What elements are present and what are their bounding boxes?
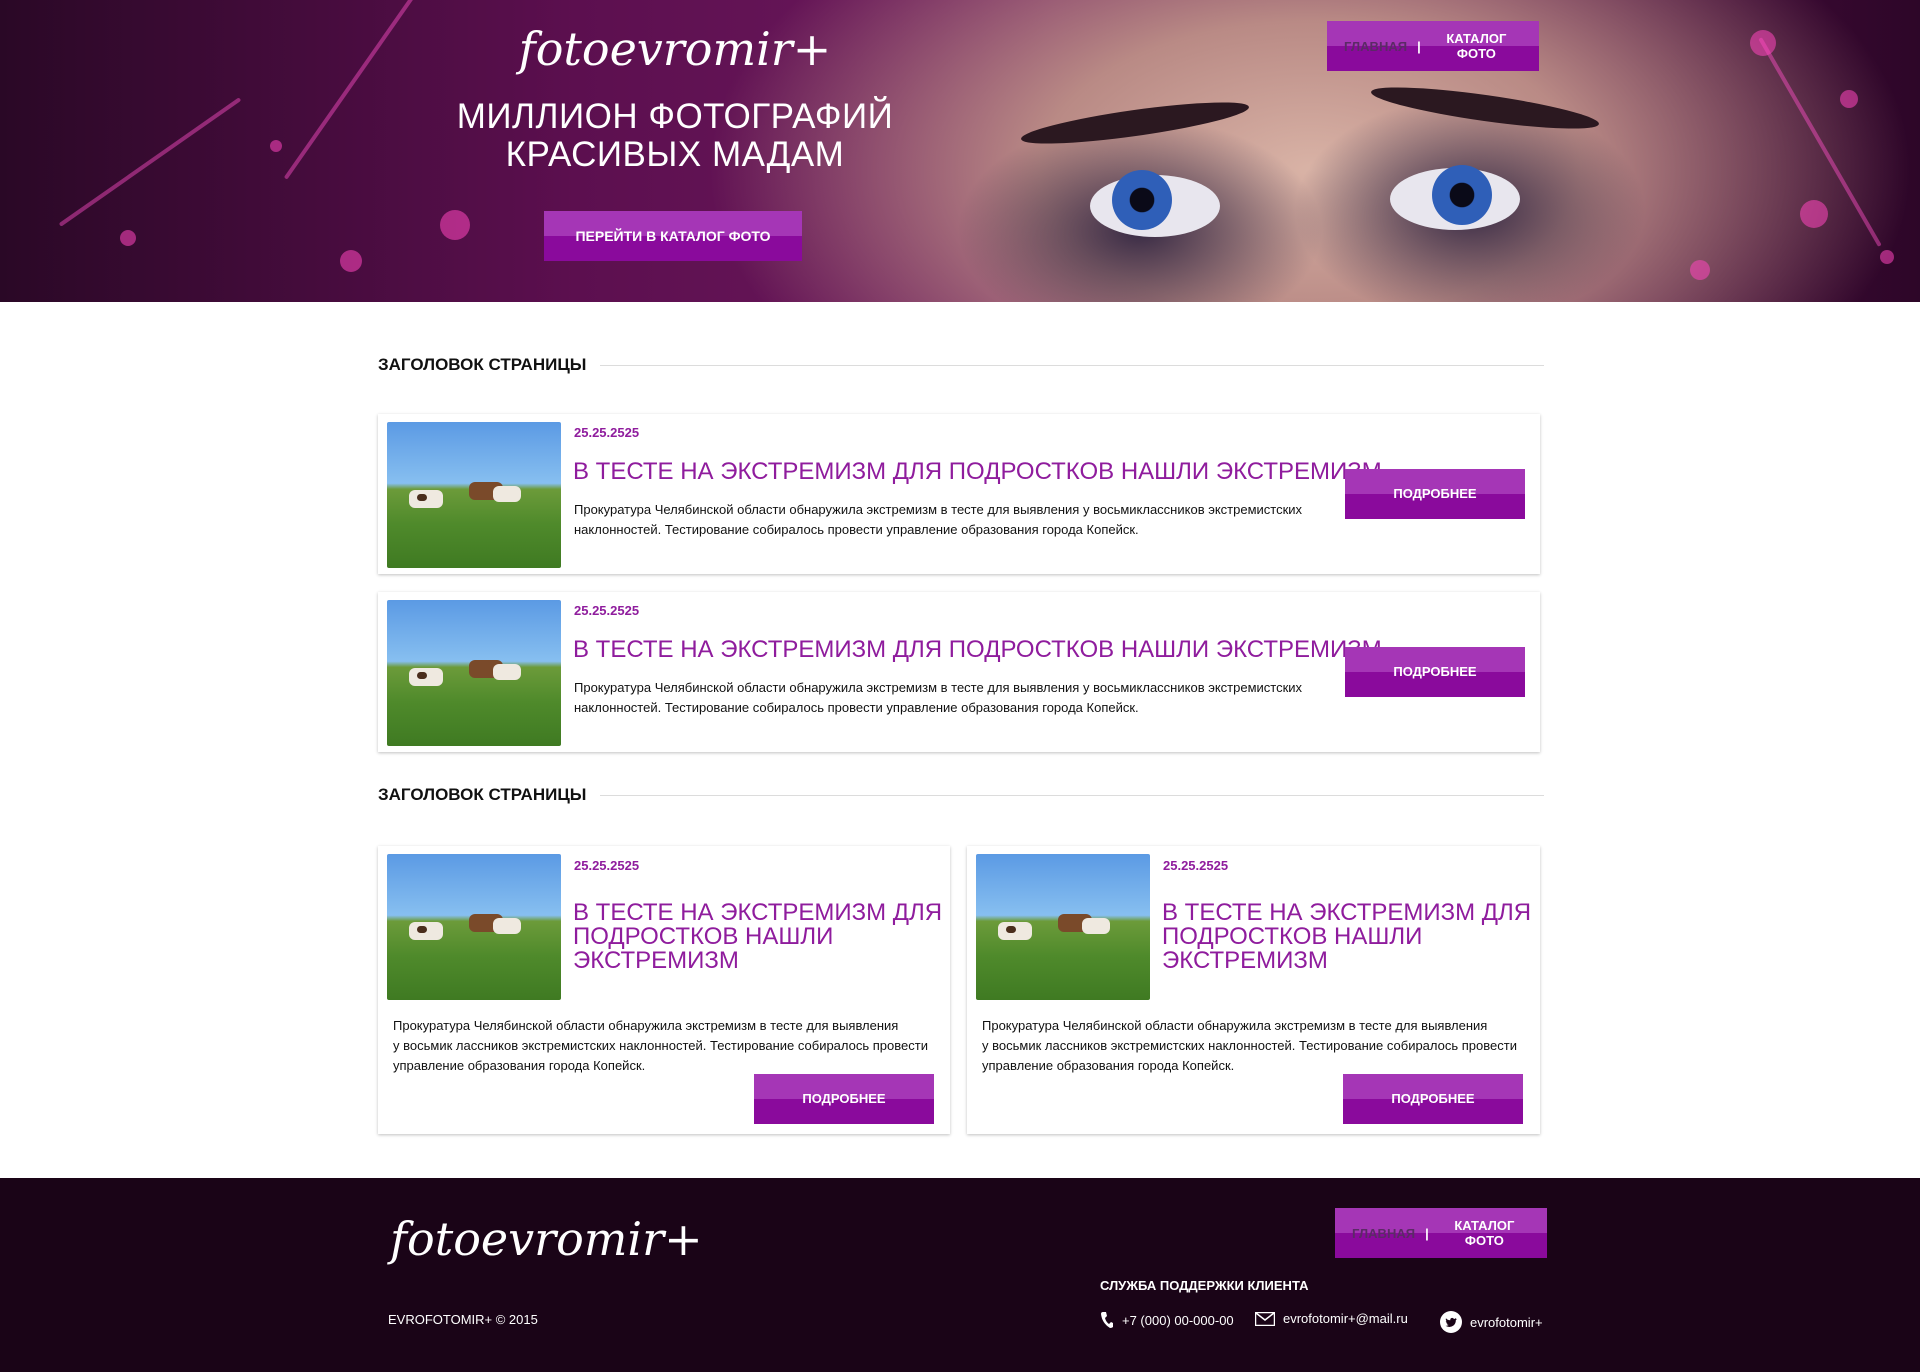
cow-spot <box>417 926 427 933</box>
nav-catalog-link[interactable]: КАТАЛОГ ФОТО <box>1431 31 1522 61</box>
nav-home-link[interactable]: ГЛАВНАЯ <box>1352 1226 1415 1241</box>
twitter-icon <box>1440 1311 1462 1333</box>
hero-logo[interactable]: fotoevromir+ <box>480 22 870 76</box>
catalog-cta-button[interactable]: ПЕРЕЙТИ В КАТАЛОГ ФОТО <box>544 211 802 261</box>
article-date: 25.25.2525 <box>574 425 640 440</box>
article-card: 25.25.2525 В ТЕСТЕ НА ЭКСТРЕМИЗМ ДЛЯ ПОД… <box>378 414 1540 574</box>
nav-separator: | <box>1425 1225 1429 1241</box>
cow-shape <box>493 486 521 502</box>
article-text-line: Прокуратура Челябинской области обнаружи… <box>574 502 1303 517</box>
article-text-line: Прокуратура Челябинской области обнаружи… <box>982 1018 1488 1033</box>
nav-separator: | <box>1417 38 1421 54</box>
phone-icon <box>1100 1311 1114 1329</box>
article-title[interactable]: В ТЕСТЕ НА ЭКСТРЕМИЗМ ДЛЯ ПОДРОСТКОВ НАШ… <box>573 460 1382 484</box>
article-text: Прокуратура Челябинской области обнаружи… <box>574 678 1302 718</box>
hero-bokeh <box>440 210 470 240</box>
cow-spot <box>1006 926 1016 933</box>
cow-shape <box>493 664 521 680</box>
article-title-line: В ТЕСТЕ НА ЭКСТРЕМИЗМ ДЛЯ <box>573 899 943 926</box>
section-divider <box>600 794 1544 796</box>
support-title: СЛУЖБА ПОДДЕРЖКИ КЛИЕНТА <box>1100 1278 1309 1293</box>
hero-bokeh <box>1880 250 1894 264</box>
article-card: 25.25.2525 В ТЕСТЕ НА ЭКСТРЕМИЗМ ДЛЯ ПОД… <box>378 592 1540 752</box>
phone-text: +7 (000) 00-000-00 <box>1122 1312 1234 1328</box>
more-button[interactable]: ПОДРОБНЕЕ <box>1343 1074 1523 1124</box>
section-heading: ЗАГОЛОВОК СТРАНИЦЫ <box>378 355 1544 375</box>
footer-nav: ГЛАВНАЯ | КАТАЛОГ ФОТО <box>1335 1208 1547 1258</box>
article-title-line: ЭКСТРЕМИЗМ <box>1162 947 1328 974</box>
article-thumbnail[interactable] <box>387 422 561 568</box>
contact-email[interactable]: evrofotomir+@mail.ru <box>1255 1311 1408 1326</box>
section-title: ЗАГОЛОВОК СТРАНИЦЫ <box>378 785 587 804</box>
hero-bokeh <box>120 230 136 246</box>
article-text: Прокуратура Челябинской области обнаружи… <box>574 500 1302 540</box>
contact-phone[interactable]: +7 (000) 00-000-00 <box>1100 1311 1234 1329</box>
hero-light-streak <box>58 97 242 227</box>
cow-spot <box>417 494 427 501</box>
section-heading: ЗАГОЛОВОК СТРАНИЦЫ <box>378 785 1544 805</box>
mail-icon <box>1255 1311 1275 1326</box>
article-text-line: Прокуратура Челябинской области обнаружи… <box>393 1018 899 1033</box>
article-text: Прокуратура Челябинской области обнаружи… <box>393 1016 928 1076</box>
nav-home-link[interactable]: ГЛАВНАЯ <box>1344 39 1407 54</box>
article-text-line: Прокуратура Челябинской области обнаружи… <box>574 680 1303 695</box>
section-divider <box>600 364 1544 366</box>
hero-bokeh <box>1840 90 1858 108</box>
hero-eyebrow <box>1019 94 1251 152</box>
article-card: 25.25.2525 В ТЕСТЕ НА ЭКСТРЕМИЗМ ДЛЯ ПОД… <box>378 846 950 1134</box>
article-date: 25.25.2525 <box>574 858 640 873</box>
hero-bokeh <box>1750 30 1776 56</box>
copyright: EVROFOTOMIR+ © 2015 <box>388 1312 538 1327</box>
cow-shape <box>1082 918 1110 934</box>
article-text-line: наклонностей. Тестирование собиралось пр… <box>574 700 1139 715</box>
article-title-line: ПОДРОСТКОВ НАШЛИ <box>573 923 834 950</box>
article-title-line: ЭКСТРЕМИЗМ <box>573 947 739 974</box>
article-date: 25.25.2525 <box>574 603 640 618</box>
article-text-line: управление образования города Копейск. <box>393 1058 646 1073</box>
article-text: Прокуратура Челябинской области обнаружи… <box>982 1016 1517 1076</box>
hero-bokeh <box>340 250 362 272</box>
twitter-text: evrofotomir+ <box>1470 1314 1543 1330</box>
article-thumbnail[interactable] <box>387 854 561 1000</box>
article-text-line: у восьмик лассников экстремистских накло… <box>982 1038 1517 1053</box>
hero-iris <box>1112 170 1172 230</box>
email-text: evrofotomir+@mail.ru <box>1283 1311 1408 1326</box>
article-title[interactable]: В ТЕСТЕ НА ЭКСТРЕМИЗМ ДЛЯ ПОДРОСТКОВ НАШ… <box>1162 901 1531 973</box>
article-title[interactable]: В ТЕСТЕ НА ЭКСТРЕМИЗМ ДЛЯ ПОДРОСТКОВ НАШ… <box>573 901 942 973</box>
contact-twitter[interactable]: evrofotomir+ <box>1440 1311 1543 1333</box>
article-thumbnail[interactable] <box>387 600 561 746</box>
hero-bokeh <box>1690 260 1710 280</box>
section-title: ЗАГОЛОВОК СТРАНИЦЫ <box>378 355 587 374</box>
hero-tagline-line2: КРАСИВЫХ МАДАМ <box>505 135 845 174</box>
article-card: 25.25.2525 В ТЕСТЕ НА ЭКСТРЕМИЗМ ДЛЯ ПОД… <box>967 846 1540 1134</box>
article-title-line: В ТЕСТЕ НА ЭКСТРЕМИЗМ ДЛЯ <box>1162 899 1532 926</box>
article-title[interactable]: В ТЕСТЕ НА ЭКСТРЕМИЗМ ДЛЯ ПОДРОСТКОВ НАШ… <box>573 638 1382 662</box>
article-title-line: ПОДРОСТКОВ НАШЛИ <box>1162 923 1423 950</box>
hero-eyebrow <box>1369 79 1601 137</box>
footer: fotoevromir+ ГЛАВНАЯ | КАТАЛОГ ФОТО EVRO… <box>0 1178 1920 1372</box>
hero-light-streak <box>283 0 437 180</box>
top-nav: ГЛАВНАЯ | КАТАЛОГ ФОТО <box>1327 21 1539 71</box>
more-button[interactable]: ПОДРОБНЕЕ <box>1345 469 1525 519</box>
hero-bokeh <box>270 140 282 152</box>
more-button[interactable]: ПОДРОБНЕЕ <box>754 1074 934 1124</box>
hero-tagline-line1: МИЛЛИОН ФОТОГРАФИЙ <box>456 97 894 136</box>
article-thumbnail[interactable] <box>976 854 1150 1000</box>
hero-banner: fotoevromir+ МИЛЛИОН ФОТОГРАФИЙ КРАСИВЫХ… <box>0 0 1920 302</box>
cow-spot <box>417 672 427 679</box>
hero-tagline: МИЛЛИОН ФОТОГРАФИЙ КРАСИВЫХ МАДАМ <box>420 98 930 174</box>
hero-iris <box>1432 165 1492 225</box>
hero-bokeh <box>1800 200 1828 228</box>
more-button[interactable]: ПОДРОБНЕЕ <box>1345 647 1525 697</box>
article-text-line: наклонностей. Тестирование собиралось пр… <box>574 522 1139 537</box>
footer-logo[interactable]: fotoevromir+ <box>390 1212 703 1266</box>
article-date: 25.25.2525 <box>1163 858 1229 873</box>
article-text-line: управление образования города Копейск. <box>982 1058 1235 1073</box>
nav-catalog-link[interactable]: КАТАЛОГ ФОТО <box>1439 1218 1530 1248</box>
cow-shape <box>493 918 521 934</box>
article-text-line: у восьмик лассников экстремистских накло… <box>393 1038 928 1053</box>
